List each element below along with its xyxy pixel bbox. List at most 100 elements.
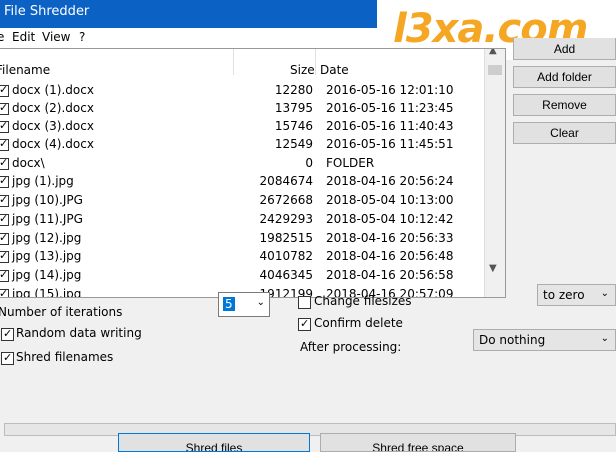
row-checkbox[interactable] — [0, 193, 9, 207]
file-size: 1982515 — [259, 231, 313, 245]
file-size: 2672668 — [259, 193, 313, 207]
table-row[interactable]: jpg (10).JPG 2672668 2018-05-04 10:13:00 — [0, 192, 484, 210]
row-checkbox[interactable] — [0, 101, 9, 115]
file-name: jpg (1).jpg — [12, 174, 74, 188]
row-checkbox[interactable] — [0, 231, 9, 245]
file-date: 2016-05-16 11:23:45 — [326, 101, 454, 115]
file-size: 12549 — [274, 137, 313, 151]
file-size: 13795 — [274, 101, 313, 115]
file-name: docx (4).docx — [12, 137, 94, 151]
file-size: 2084674 — [259, 174, 313, 188]
table-row[interactable]: docx (4).docx 12549 2016-05-16 11:45:51 — [0, 136, 484, 154]
scroll-up-icon[interactable]: ▲ — [489, 49, 497, 56]
confirm-delete-checkbox[interactable] — [298, 317, 311, 331]
file-date: 2018-05-04 10:12:42 — [326, 212, 454, 226]
add-button[interactable]: Add — [513, 38, 616, 60]
file-name: jpg (11).JPG — [12, 212, 83, 226]
file-size: 12280 — [274, 83, 313, 97]
shred-filenames-checkbox[interactable] — [1, 351, 14, 365]
file-date: 2016-05-16 11:45:51 — [326, 137, 454, 151]
column-header-date[interactable]: Date — [320, 63, 349, 77]
column-divider[interactable] — [233, 49, 234, 75]
file-size: 4010782 — [259, 249, 313, 263]
iterations-label: Number of iterations — [0, 305, 123, 319]
column-header-size[interactable]: Size — [290, 63, 315, 77]
file-date: 2018-04-16 20:56:24 — [326, 174, 454, 188]
after-processing-label: After processing: — [300, 340, 402, 354]
clear-button[interactable]: Clear — [513, 122, 616, 144]
file-size: 4046345 — [259, 268, 313, 282]
menu-bar: e Edit View ? — [0, 28, 377, 48]
file-name: jpg (12).jpg — [12, 231, 82, 245]
menu-edit[interactable]: Edit — [12, 30, 35, 44]
chevron-down-icon: ⌄ — [600, 333, 609, 344]
file-name: jpg (15).jpg — [12, 287, 82, 298]
file-name: docx\ — [12, 156, 45, 170]
file-name: jpg (10).JPG — [12, 193, 83, 207]
overwrite-method-dropdown[interactable]: to zero ⌄ — [537, 284, 616, 306]
column-header-filename[interactable]: Filename — [0, 63, 50, 77]
row-checkbox[interactable] — [0, 156, 9, 170]
confirm-delete-label: Confirm delete — [314, 316, 403, 330]
table-row[interactable]: jpg (12).jpg 1982515 2018-04-16 20:56:33 — [0, 230, 484, 248]
file-date: FOLDER — [326, 156, 375, 170]
remove-button[interactable]: Remove — [513, 94, 616, 116]
file-date: 2018-04-16 20:56:58 — [326, 268, 454, 282]
file-size: 15746 — [274, 119, 313, 133]
file-size: 2429293 — [259, 212, 313, 226]
row-checkbox[interactable] — [0, 137, 9, 151]
column-divider[interactable] — [315, 49, 316, 75]
file-name: docx (2).docx — [12, 101, 94, 115]
table-row[interactable]: docx (2).docx 13795 2016-05-16 11:23:45 — [0, 100, 484, 118]
shred-filenames-label: Shred filenames — [16, 350, 114, 364]
table-row[interactable]: docx (1).docx 12280 2016-05-16 12:01:10 — [0, 82, 484, 100]
progress-bar — [4, 423, 616, 436]
file-date: 2018-04-16 20:56:48 — [326, 249, 454, 263]
file-date: 2018-04-16 20:56:33 — [326, 231, 454, 245]
file-shredder-window: File Shredder l3xa.com e Edit View ? Fil… — [0, 0, 616, 452]
row-checkbox[interactable] — [0, 83, 9, 97]
table-row[interactable]: jpg (13).jpg 4010782 2018-04-16 20:56:48 — [0, 248, 484, 266]
table-row[interactable]: docx\ 0 FOLDER — [0, 155, 484, 173]
after-processing-dropdown[interactable]: Do nothing ⌄ — [473, 329, 616, 351]
scroll-thumb[interactable] — [488, 65, 502, 75]
chevron-down-icon: ⌄ — [256, 297, 265, 308]
row-checkbox[interactable] — [0, 268, 9, 282]
file-date: 2016-05-16 12:01:10 — [326, 83, 454, 97]
table-row[interactable]: jpg (1).jpg 2084674 2018-04-16 20:56:24 — [0, 173, 484, 191]
file-date: 2016-05-16 11:40:43 — [326, 119, 454, 133]
file-list[interactable]: Filename Size Date docx (1).docx 12280 2… — [0, 48, 506, 298]
overwrite-method-value: to zero — [543, 288, 585, 302]
row-checkbox[interactable] — [0, 119, 9, 133]
menu-view[interactable]: View — [42, 30, 70, 44]
shred-free-space-button[interactable]: Shred free space — [320, 433, 516, 452]
table-row[interactable]: jpg (11).JPG 2429293 2018-05-04 10:12:42 — [0, 211, 484, 229]
menu-file[interactable]: e — [0, 30, 4, 44]
menu-help[interactable]: ? — [79, 30, 85, 44]
vertical-scrollbar[interactable]: ▲ ▼ — [484, 49, 505, 297]
table-row[interactable]: docx (3).docx 15746 2016-05-16 11:40:43 — [0, 118, 484, 136]
change-filesizes-label: Change filesizes — [314, 294, 412, 308]
row-checkbox[interactable] — [0, 212, 9, 226]
file-size: 0 — [305, 156, 313, 170]
chevron-down-icon: ⌄ — [600, 288, 609, 299]
add-folder-button[interactable]: Add folder — [513, 66, 616, 88]
file-name: docx (3).docx — [12, 119, 94, 133]
file-date: 2018-05-04 10:13:00 — [326, 193, 454, 207]
file-name: jpg (14).jpg — [12, 268, 82, 282]
iterations-value: 5 — [223, 297, 235, 311]
random-data-label: Random data writing — [16, 326, 142, 340]
table-row[interactable]: jpg (14).jpg 4046345 2018-04-16 20:56:58 — [0, 267, 484, 285]
shred-files-button[interactable]: Shred files — [118, 433, 310, 452]
after-processing-value: Do nothing — [479, 333, 546, 347]
row-checkbox[interactable] — [0, 174, 9, 188]
file-name: jpg (13).jpg — [12, 249, 82, 263]
iterations-dropdown[interactable]: 5 ⌄ — [218, 292, 270, 317]
change-filesizes-checkbox[interactable] — [298, 296, 311, 309]
row-checkbox[interactable] — [0, 249, 9, 263]
file-name: docx (1).docx — [12, 83, 94, 97]
scroll-down-icon[interactable]: ▼ — [489, 263, 497, 274]
row-checkbox[interactable] — [0, 287, 9, 297]
random-data-checkbox[interactable] — [1, 327, 14, 341]
window-title: File Shredder — [4, 4, 90, 19]
